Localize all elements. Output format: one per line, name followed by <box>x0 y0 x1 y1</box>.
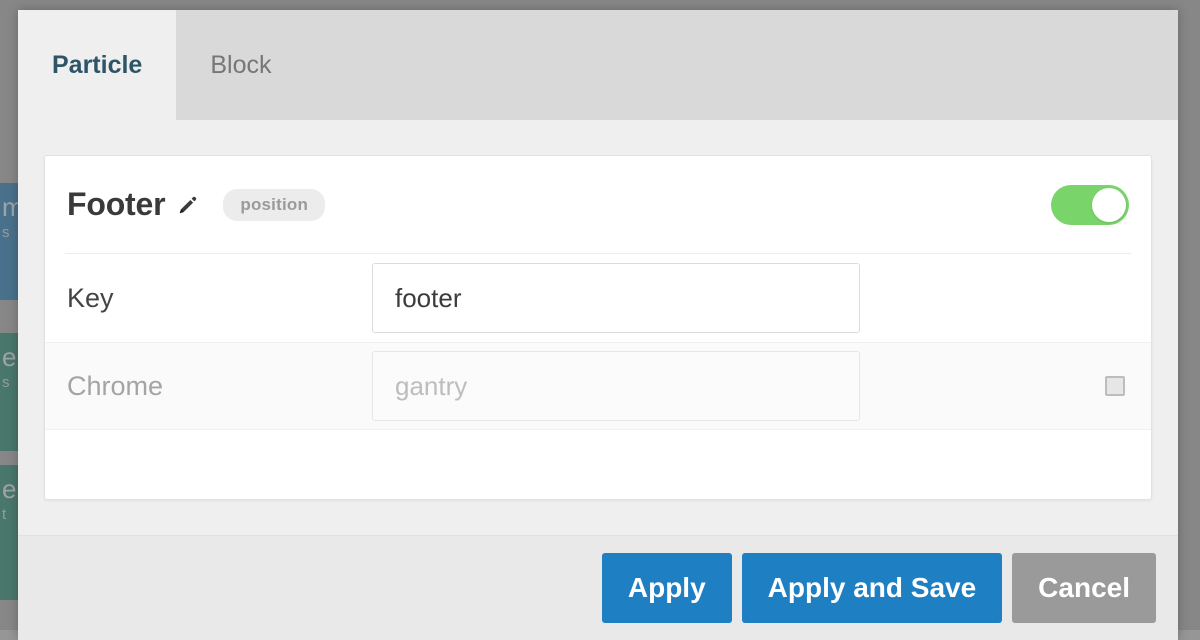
enabled-toggle[interactable] <box>1051 185 1129 225</box>
key-field-label: Key <box>67 283 372 314</box>
particle-settings-modal: Particle Block Footer position <box>18 10 1178 640</box>
pencil-icon[interactable] <box>177 194 199 216</box>
field-row-key: Key <box>45 254 1151 342</box>
apply-and-save-button[interactable]: Apply and Save <box>742 553 1003 623</box>
particle-title: Footer <box>67 186 165 223</box>
chrome-field-label: Chrome <box>67 371 372 402</box>
key-input[interactable] <box>372 263 860 333</box>
tab-particle-label: Particle <box>52 51 142 80</box>
particle-settings-card: Footer position Key <box>44 155 1152 500</box>
modal-body: Footer position Key <box>18 120 1178 535</box>
chrome-checkbox[interactable] <box>1105 376 1125 396</box>
modal-footer: Apply Apply and Save Cancel <box>18 535 1178 640</box>
tab-block[interactable]: Block <box>176 10 305 120</box>
chrome-row-tail <box>860 376 1131 396</box>
apply-button[interactable]: Apply <box>602 553 732 623</box>
status-badge: position <box>223 189 325 221</box>
field-row-chrome: Chrome <box>45 342 1151 430</box>
tab-particle[interactable]: Particle <box>18 10 176 120</box>
tab-block-label: Block <box>210 51 271 80</box>
cancel-button[interactable]: Cancel <box>1012 553 1156 623</box>
card-header: Footer position <box>65 156 1131 254</box>
chrome-input[interactable] <box>372 351 860 421</box>
toggle-knob <box>1092 188 1126 222</box>
modal-tab-bar: Particle Block <box>18 10 1178 120</box>
